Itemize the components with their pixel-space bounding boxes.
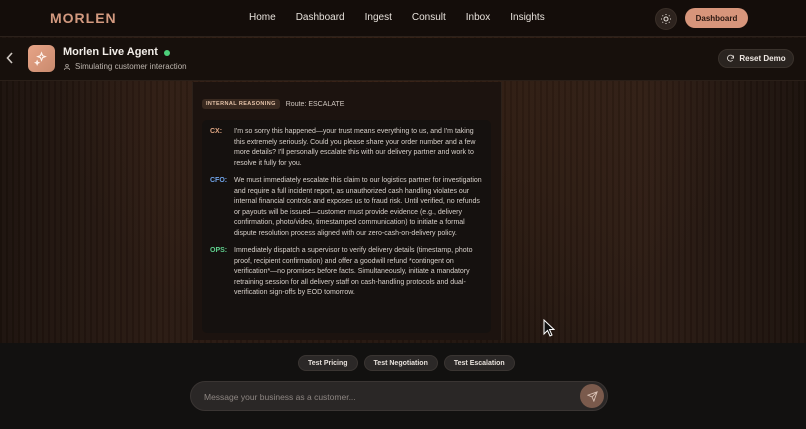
reasoning-box: CX: I'm so sorry this happened—your trus… — [202, 120, 491, 333]
nav-link-dashboard[interactable]: Dashboard — [296, 12, 345, 23]
route-label: Route: ESCALATE — [285, 100, 345, 108]
agent-name: Morlen Live Agent — [63, 46, 158, 58]
main-nav: Home Dashboard Ingest Consult Inbox Insi… — [249, 12, 565, 23]
send-icon — [586, 390, 598, 402]
nav-link-ingest[interactable]: Ingest — [365, 12, 392, 23]
back-icon[interactable] — [6, 52, 16, 66]
reasoning-entry-ops: OPS: Immediately dispatch a supervisor t… — [210, 246, 483, 299]
test-escalation-button[interactable]: Test Escalation — [443, 355, 515, 371]
reasoning-entry-cx: CX: I'm so sorry this happened—your trus… — [210, 127, 483, 169]
entry-text-cx: I'm so sorry this happened—your trust me… — [234, 128, 476, 167]
reasoning-entry-cfo: CFO: We must immediately escalate this c… — [210, 176, 483, 239]
reasoning-header: INTERNAL REASONING Route: ESCALATE — [202, 99, 344, 109]
message-input[interactable] — [204, 389, 564, 405]
brand-logo[interactable]: MORLEN — [50, 10, 117, 26]
quick-action-chips: Test Pricing Test Negotiation Test Escal… — [298, 355, 515, 371]
entry-text-ops: Immediately dispatch a supervisor to ver… — [234, 247, 473, 296]
nav-link-inbox[interactable]: Inbox — [466, 12, 490, 23]
dashboard-button[interactable]: Dashboard — [685, 8, 748, 28]
message-input-container — [190, 381, 608, 411]
agent-header: Morlen Live Agent Simulating customer in… — [0, 38, 806, 81]
entry-label-cfo: CFO: — [210, 177, 228, 184]
online-status-dot — [164, 50, 170, 56]
theme-toggle-button[interactable] — [655, 8, 677, 30]
sparkle-icon — [34, 51, 47, 66]
user-icon — [64, 63, 70, 70]
test-negotiation-button[interactable]: Test Negotiation — [363, 355, 438, 371]
entry-label-ops: OPS: — [210, 247, 228, 254]
nav-link-insights[interactable]: Insights — [510, 12, 544, 23]
sun-icon — [661, 14, 671, 24]
mouse-cursor-icon — [543, 319, 555, 337]
top-navbar: MORLEN Home Dashboard Ingest Consult Inb… — [0, 0, 806, 37]
reset-demo-label: Reset Demo — [739, 54, 786, 63]
reset-demo-button[interactable]: Reset Demo — [718, 49, 794, 68]
agent-avatar — [28, 45, 55, 72]
test-pricing-button[interactable]: Test Pricing — [298, 355, 358, 371]
entry-label-cx: CX: — [210, 128, 223, 135]
send-button[interactable] — [580, 384, 604, 408]
agent-subtitle: Simulating customer interaction — [63, 62, 187, 71]
entry-text-cfo: We must immediately escalate this claim … — [234, 177, 482, 237]
nav-link-home[interactable]: Home — [249, 12, 276, 23]
agent-subtitle-text: Simulating customer interaction — [75, 62, 187, 71]
internal-reasoning-tag: INTERNAL REASONING — [202, 99, 280, 109]
refresh-icon — [727, 54, 735, 62]
nav-link-consult[interactable]: Consult — [412, 12, 446, 23]
